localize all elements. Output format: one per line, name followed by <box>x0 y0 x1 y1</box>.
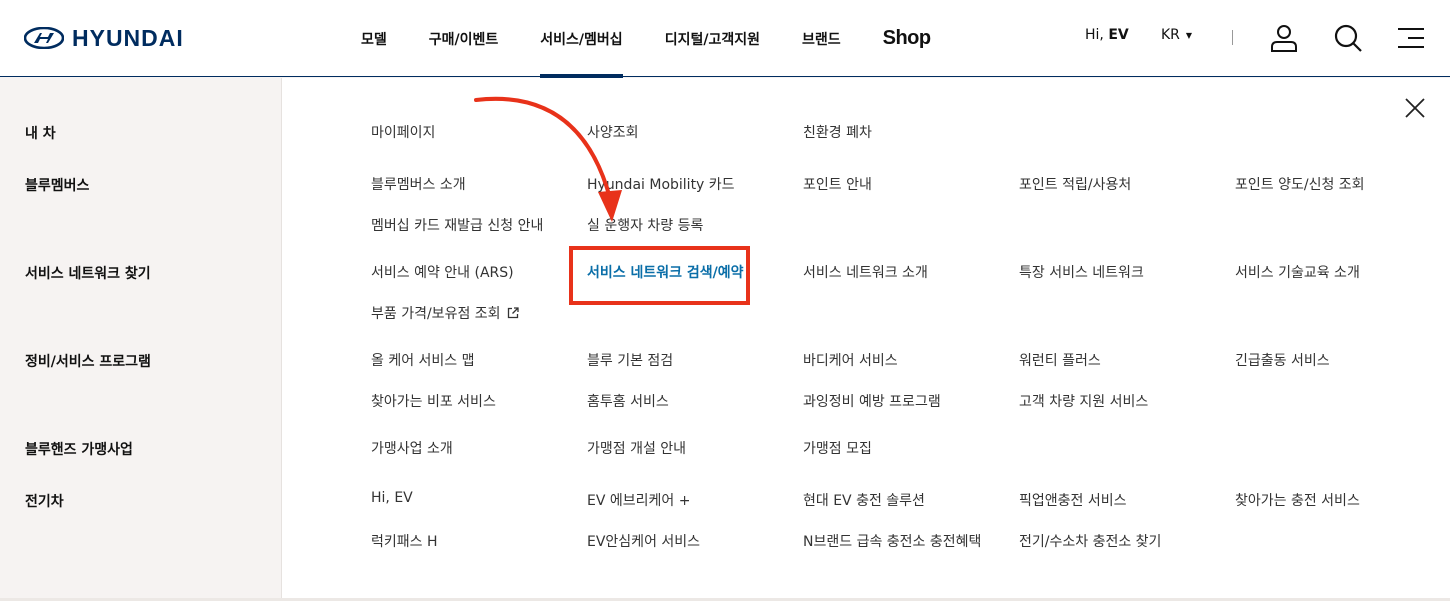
link-spec-lookup[interactable]: 사양조회 <box>587 122 639 142</box>
nav-service-membership[interactable]: 서비스/멤버십 <box>519 0 643 78</box>
link-service-booking-ars[interactable]: 서비스 예약 안내 (ARS) <box>371 262 514 282</box>
link-ev-everycare[interactable]: EV 에브리케어 + <box>587 490 690 510</box>
link-ev-charging-solution[interactable]: 현대 EV 충전 솔루션 <box>803 490 925 510</box>
external-link-icon <box>507 307 519 319</box>
link-tech-training[interactable]: 서비스 기술교육 소개 <box>1235 262 1360 282</box>
link-franchise-opening[interactable]: 가맹점 개설 안내 <box>587 438 686 458</box>
link-warranty-plus[interactable]: 워런티 플러스 <box>1019 350 1101 370</box>
link-ev-safecare[interactable]: EV안심케어 서비스 <box>587 531 700 551</box>
main-nav: 모델 구매/이벤트 서비스/멤버십 디지털/고객지원 브랜드 Shop <box>340 0 952 78</box>
link-card-reissue[interactable]: 멤버십 카드 재발급 신청 안내 <box>371 215 543 235</box>
link-charging-station-finder[interactable]: 전기/수소차 충전소 찾기 <box>1019 531 1161 551</box>
nav-brand[interactable]: 브랜드 <box>781 0 862 77</box>
link-driver-registration[interactable]: 실 운행자 차량 등록 <box>587 215 703 235</box>
link-service-network-intro[interactable]: 서비스 네트워크 소개 <box>803 262 928 282</box>
link-points-transfer[interactable]: 포인트 양도/신청 조회 <box>1235 174 1365 194</box>
global-header: HYUNDAI 모델 구매/이벤트 서비스/멤버십 디지털/고객지원 브랜드 S… <box>0 0 1450 78</box>
link-allcare-map[interactable]: 올 케어 서비스 맵 <box>371 350 475 370</box>
category-ev: 전기차 <box>25 494 64 510</box>
nav-models[interactable]: 모델 <box>340 0 408 77</box>
category-bluemembers: 블루멤버스 <box>25 178 90 194</box>
mega-menu-sidebar <box>0 78 282 598</box>
link-special-service-network[interactable]: 특장 서비스 네트워크 <box>1019 262 1144 282</box>
header-divider <box>1232 30 1233 45</box>
logo-wordmark: HYUNDAI <box>72 24 184 51</box>
link-visiting-before-service[interactable]: 찾아가는 비포 서비스 <box>371 391 496 411</box>
category-bluehands-franchise: 블루핸즈 가맹사업 <box>25 442 133 458</box>
link-mypage[interactable]: 마이페이지 <box>371 122 435 142</box>
nav-shop[interactable]: Shop <box>862 0 952 77</box>
link-points-earn-use[interactable]: 포인트 적립/사용처 <box>1019 174 1131 194</box>
caret-down-icon: ▼ <box>1185 30 1193 40</box>
nav-purchase-events[interactable]: 구매/이벤트 <box>408 0 520 77</box>
link-franchise-recruit[interactable]: 가맹점 모집 <box>803 438 872 458</box>
category-maintenance-programs: 정비/서비스 프로그램 <box>25 354 151 370</box>
link-customer-vehicle-support[interactable]: 고객 차량 지원 서비스 <box>1019 391 1148 411</box>
greeting-name: EV <box>1108 27 1129 43</box>
link-blue-basic-check[interactable]: 블루 기본 점검 <box>587 350 673 370</box>
mega-menu-panel <box>0 78 1450 598</box>
hyundai-emblem-icon <box>24 27 64 49</box>
link-overmaintenance-prevention[interactable]: 과잉정비 예방 프로그램 <box>803 391 941 411</box>
link-parts-price-label: 부품 가격/보유점 조회 <box>371 306 501 322</box>
category-my-car: 내 차 <box>25 126 56 142</box>
link-emergency-dispatch[interactable]: 긴급출동 서비스 <box>1235 350 1330 370</box>
close-icon[interactable] <box>1402 95 1428 121</box>
user-icon[interactable] <box>1268 22 1300 54</box>
link-home-to-home[interactable]: 홈투홈 서비스 <box>587 391 669 411</box>
greeting-prefix: Hi, <box>1085 27 1109 43</box>
link-parts-price[interactable]: 부품 가격/보유점 조회 <box>371 303 519 323</box>
nav-digital-support[interactable]: 디지털/고객지원 <box>644 0 781 77</box>
category-service-network: 서비스 네트워크 찾기 <box>25 266 151 282</box>
link-pickup-charging[interactable]: 픽업앤충전 서비스 <box>1019 490 1127 510</box>
link-points-info[interactable]: 포인트 안내 <box>803 174 872 194</box>
link-lucky-pass[interactable]: 럭키패스 H <box>371 531 438 551</box>
link-n-brand-charging[interactable]: N브랜드 급속 충전소 충전혜택 <box>803 531 981 551</box>
link-bodycare[interactable]: 바디케어 서비스 <box>803 350 898 370</box>
link-eco-scrap[interactable]: 친환경 폐차 <box>803 122 872 142</box>
menu-icon[interactable] <box>1395 22 1427 54</box>
search-icon[interactable] <box>1332 22 1364 54</box>
link-mobility-card[interactable]: Hyundai Mobility 카드 <box>587 174 735 194</box>
link-bluemembers-intro[interactable]: 블루멤버스 소개 <box>371 174 466 194</box>
link-hi-ev[interactable]: Hi, EV <box>371 490 413 506</box>
language-label: KR <box>1161 27 1180 43</box>
link-service-network-search[interactable]: 서비스 네트워크 검색/예약 <box>587 262 744 282</box>
hyundai-logo[interactable]: HYUNDAI <box>24 24 184 51</box>
link-franchise-intro[interactable]: 가맹사업 소개 <box>371 438 453 458</box>
user-greeting[interactable]: Hi, EV <box>1085 27 1129 43</box>
language-selector[interactable]: KR ▼ <box>1161 27 1192 43</box>
link-visiting-charging[interactable]: 찾아가는 충전 서비스 <box>1235 490 1360 510</box>
